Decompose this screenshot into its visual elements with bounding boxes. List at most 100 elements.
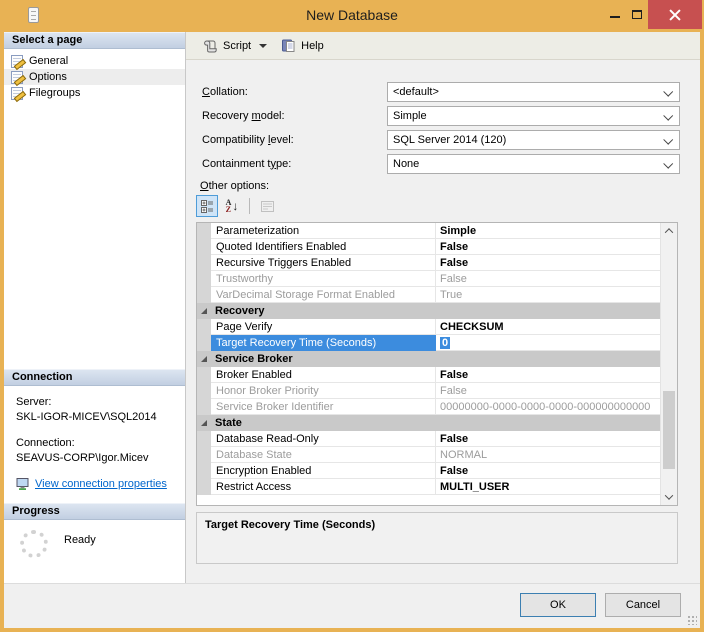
window-title: New Database — [0, 7, 704, 23]
compatibility-level-select[interactable]: SQL Server 2014 (120) — [387, 130, 680, 150]
scroll-up-button[interactable] — [661, 223, 677, 239]
property-name: Honor Broker Priority — [211, 383, 436, 399]
property-value[interactable]: 00000000-0000-0000-0000-000000000000 — [436, 399, 660, 415]
property-row-recursive-triggers-enabled[interactable]: Recursive Triggers EnabledFalse — [197, 255, 660, 271]
property-row-service-broker-identifier[interactable]: Service Broker Identifier00000000-0000-0… — [197, 399, 660, 415]
property-value[interactable]: True — [436, 287, 660, 303]
server-label: Server: — [16, 395, 185, 410]
category-name: Recovery — [211, 303, 265, 319]
sidebar-item-filegroups[interactable]: Filegroups — [4, 85, 185, 101]
page-icon — [11, 87, 23, 100]
property-name: Target Recovery Time (Seconds) — [211, 335, 436, 351]
row-margin — [197, 271, 211, 287]
property-value[interactable]: False — [436, 383, 660, 399]
recovery-model-select[interactable]: Simple — [387, 106, 680, 126]
main-pane: Script Help — [186, 32, 700, 583]
help-button[interactable]: Help — [275, 35, 330, 56]
row-margin — [197, 383, 211, 399]
options-page-content: Collation:<default>Recovery model:Simple… — [186, 60, 700, 583]
property-value[interactable]: False — [436, 431, 660, 447]
property-value[interactable]: CHECKSUM — [436, 319, 660, 335]
dialog-toolbar: Script Help — [186, 32, 700, 60]
sidebar: Select a page GeneralOptionsFilegroups C… — [4, 32, 186, 583]
minimize-button[interactable] — [604, 0, 626, 29]
titlebar: New Database — [0, 0, 704, 30]
property-row-vardecimal-storage-format-enabled[interactable]: VarDecimal Storage Format EnabledTrue — [197, 287, 660, 303]
property-row-database-state[interactable]: Database StateNORMAL — [197, 447, 660, 463]
collapse-icon[interactable] — [201, 420, 207, 426]
property-name: Trustworthy — [211, 271, 436, 287]
row-margin — [197, 335, 211, 351]
scrollbar[interactable] — [660, 223, 677, 505]
property-name: Parameterization — [211, 223, 436, 239]
containment-type-select[interactable]: None — [387, 154, 680, 174]
property-value[interactable]: Simple — [436, 223, 660, 239]
alphabetical-button[interactable]: AZ ↓ — [221, 195, 243, 217]
scroll-thumb[interactable] — [663, 391, 675, 469]
collapse-icon[interactable] — [201, 308, 207, 314]
view-connection-properties-link[interactable]: View connection properties — [35, 478, 167, 490]
property-value[interactable]: False — [436, 463, 660, 479]
category-row-recovery[interactable]: Recovery — [197, 303, 660, 319]
property-value[interactable]: False — [436, 367, 660, 383]
progress-spinner-icon — [20, 530, 48, 558]
category-name: Service Broker — [211, 351, 293, 367]
row-margin — [197, 223, 211, 239]
property-row-encryption-enabled[interactable]: Encryption EnabledFalse — [197, 463, 660, 479]
sidebar-item-options[interactable]: Options — [4, 69, 185, 85]
property-row-quoted-identifiers-enabled[interactable]: Quoted Identifiers EnabledFalse — [197, 239, 660, 255]
progress-header: Progress — [4, 503, 185, 520]
property-row-restrict-access[interactable]: Restrict AccessMULTI_USER — [197, 479, 660, 495]
script-button[interactable]: Script — [196, 35, 273, 57]
category-row-service-broker[interactable]: Service Broker — [197, 351, 660, 367]
property-row-database-read-only[interactable]: Database Read-OnlyFalse — [197, 431, 660, 447]
sidebar-item-label: Options — [29, 71, 67, 83]
property-value[interactable]: MULTI_USER — [436, 479, 660, 495]
close-button[interactable] — [648, 0, 702, 29]
form-fields: Collation:<default>Recovery model:Simple… — [186, 82, 700, 173]
row-margin — [197, 319, 211, 335]
help-button-label: Help — [301, 40, 324, 52]
property-value[interactable]: NORMAL — [436, 447, 660, 463]
cancel-button[interactable]: Cancel — [605, 593, 681, 617]
chevron-down-icon — [663, 110, 673, 120]
property-name: Restrict Access — [211, 479, 436, 495]
categorized-button[interactable] — [196, 195, 218, 217]
property-row-trustworthy[interactable]: TrustworthyFalse — [197, 271, 660, 287]
property-value[interactable]: False — [436, 271, 660, 287]
connection-header: Connection — [4, 369, 185, 386]
property-grid: ParameterizationSimpleQuoted Identifiers… — [196, 222, 678, 506]
category-margin — [197, 303, 211, 319]
chevron-down-icon — [663, 158, 673, 168]
property-row-broker-enabled[interactable]: Broker EnabledFalse — [197, 367, 660, 383]
property-name: Encryption Enabled — [211, 463, 436, 479]
scroll-down-button[interactable] — [661, 489, 677, 505]
compatibility-level-label: Compatibility level: — [202, 134, 387, 146]
property-grid-rows: ParameterizationSimpleQuoted Identifiers… — [197, 223, 660, 505]
recovery-model-value: Simple — [393, 110, 427, 122]
ok-button[interactable]: OK — [520, 593, 596, 617]
connection-value: SEAVUS-CORP\Igor.Micev — [16, 451, 185, 466]
property-row-honor-broker-priority[interactable]: Honor Broker PriorityFalse — [197, 383, 660, 399]
row-margin — [197, 479, 211, 495]
property-row-page-verify[interactable]: Page VerifyCHECKSUM — [197, 319, 660, 335]
alphabetical-icon: AZ ↓ — [226, 199, 239, 213]
maximize-button[interactable] — [626, 0, 648, 29]
property-pages-button — [256, 195, 278, 217]
resize-grip[interactable] — [687, 615, 697, 625]
collation-value: <default> — [393, 86, 439, 98]
close-icon — [669, 9, 681, 21]
property-name: Page Verify — [211, 319, 436, 335]
collapse-icon[interactable] — [201, 356, 207, 362]
row-margin — [197, 367, 211, 383]
property-value[interactable]: 0 — [436, 335, 660, 351]
property-row-parameterization[interactable]: ParameterizationSimple — [197, 223, 660, 239]
category-row-state[interactable]: State — [197, 415, 660, 431]
property-value[interactable]: False — [436, 255, 660, 271]
property-value[interactable]: False — [436, 239, 660, 255]
collation-select[interactable]: <default> — [387, 82, 680, 102]
sidebar-item-general[interactable]: General — [4, 53, 185, 69]
property-row-target-recovery-time-seconds[interactable]: Target Recovery Time (Seconds) 0 — [197, 335, 660, 351]
value-edit-selection: 0 — [440, 337, 450, 349]
property-name: Service Broker Identifier — [211, 399, 436, 415]
